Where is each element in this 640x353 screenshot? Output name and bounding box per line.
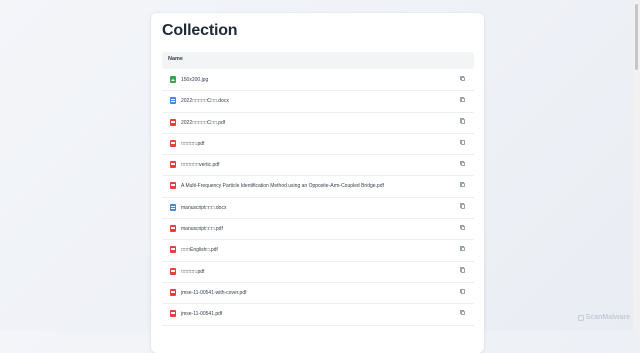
file-name[interactable]: manuscript□□□.pdf	[181, 226, 223, 232]
scanmalware-logo-icon	[577, 314, 584, 321]
docx-file-icon	[170, 97, 176, 105]
file-name[interactable]: □□□□□.pdf	[181, 269, 204, 275]
pdf-file-icon	[170, 310, 176, 318]
copy-icon[interactable]	[460, 160, 465, 167]
image-file-icon	[170, 76, 176, 83]
pdf-file-icon	[170, 225, 176, 233]
file-name[interactable]: jmse-11-00541-with-cover.pdf	[181, 290, 247, 296]
scrollbar-thumb[interactable]	[635, 4, 638, 70]
copy-icon[interactable]	[460, 224, 465, 231]
file-name[interactable]: manuscript□□□.docx	[181, 205, 226, 211]
file-row[interactable]: 150x200.jpg	[162, 70, 474, 92]
copy-icon[interactable]	[460, 267, 465, 273]
file-name[interactable]: 150x200.jpg	[181, 77, 208, 83]
file-row[interactable]: A Multi-Frequency Particle Identificatio…	[162, 176, 474, 198]
file-name[interactable]: jmse-11-00541.pdf	[181, 311, 222, 317]
file-row[interactable]: □□□English□.pdf	[162, 240, 474, 262]
pdf-file-icon	[170, 288, 176, 296]
docx-file-icon	[170, 203, 176, 211]
pdf-file-icon	[170, 182, 176, 190]
column-header-name[interactable]: Name	[168, 56, 183, 62]
file-list: 150x200.jpg 2022□□□□□C□□.docx 2022□□□□□C□□…	[162, 70, 474, 326]
copy-icon[interactable]	[460, 310, 465, 316]
table-header: Name	[162, 52, 474, 69]
scrollbar[interactable]	[633, 0, 640, 331]
watermark: ScanMalware	[577, 314, 630, 321]
file-name[interactable]: □□□English□.pdf	[181, 247, 218, 253]
file-row[interactable]: □□□□□.pdf	[162, 134, 474, 156]
file-row[interactable]: 2022□□□□□C□□.pdf	[162, 113, 474, 134]
copy-icon[interactable]	[460, 139, 465, 145]
file-name[interactable]: A Multi-Frequency Particle Identificatio…	[181, 183, 384, 189]
pdf-file-icon	[170, 139, 176, 147]
file-row[interactable]: 2022□□□□□C□□.docx	[162, 91, 474, 113]
copy-icon[interactable]	[460, 97, 465, 103]
copy-icon[interactable]	[460, 118, 465, 124]
file-row[interactable]: manuscript□□□.pdf	[162, 219, 474, 241]
page-title: Collection	[162, 22, 238, 39]
file-name[interactable]: 2022□□□□□C□□.pdf	[181, 120, 225, 126]
pdf-file-icon	[170, 267, 176, 275]
copy-icon[interactable]	[460, 75, 465, 81]
file-row[interactable]: □□□□□□vertic.pdf	[162, 155, 474, 177]
file-row[interactable]: manuscript□□□.docx	[162, 198, 474, 220]
pdf-file-icon	[170, 161, 176, 169]
watermark-text: ScanMalware	[585, 314, 630, 321]
file-name[interactable]: □□□□□.pdf	[181, 141, 204, 147]
copy-icon[interactable]	[460, 182, 465, 188]
pdf-file-icon	[170, 246, 176, 254]
copy-icon[interactable]	[460, 246, 465, 252]
copy-icon[interactable]	[460, 203, 465, 209]
collection-card: Collection Name 150x200.jpg 2022□□□□□C□□.…	[151, 13, 484, 353]
file-row[interactable]: jmse-11-00541.pdf	[162, 304, 474, 326]
copy-icon[interactable]	[460, 288, 465, 294]
file-name[interactable]: 2022□□□□□C□□.docx	[181, 98, 229, 104]
file-row[interactable]: jmse-11-00541-with-cover.pdf	[162, 283, 474, 305]
pdf-file-icon	[170, 118, 176, 126]
file-row[interactable]: □□□□□.pdf	[162, 262, 474, 283]
file-name[interactable]: □□□□□□vertic.pdf	[181, 162, 219, 168]
